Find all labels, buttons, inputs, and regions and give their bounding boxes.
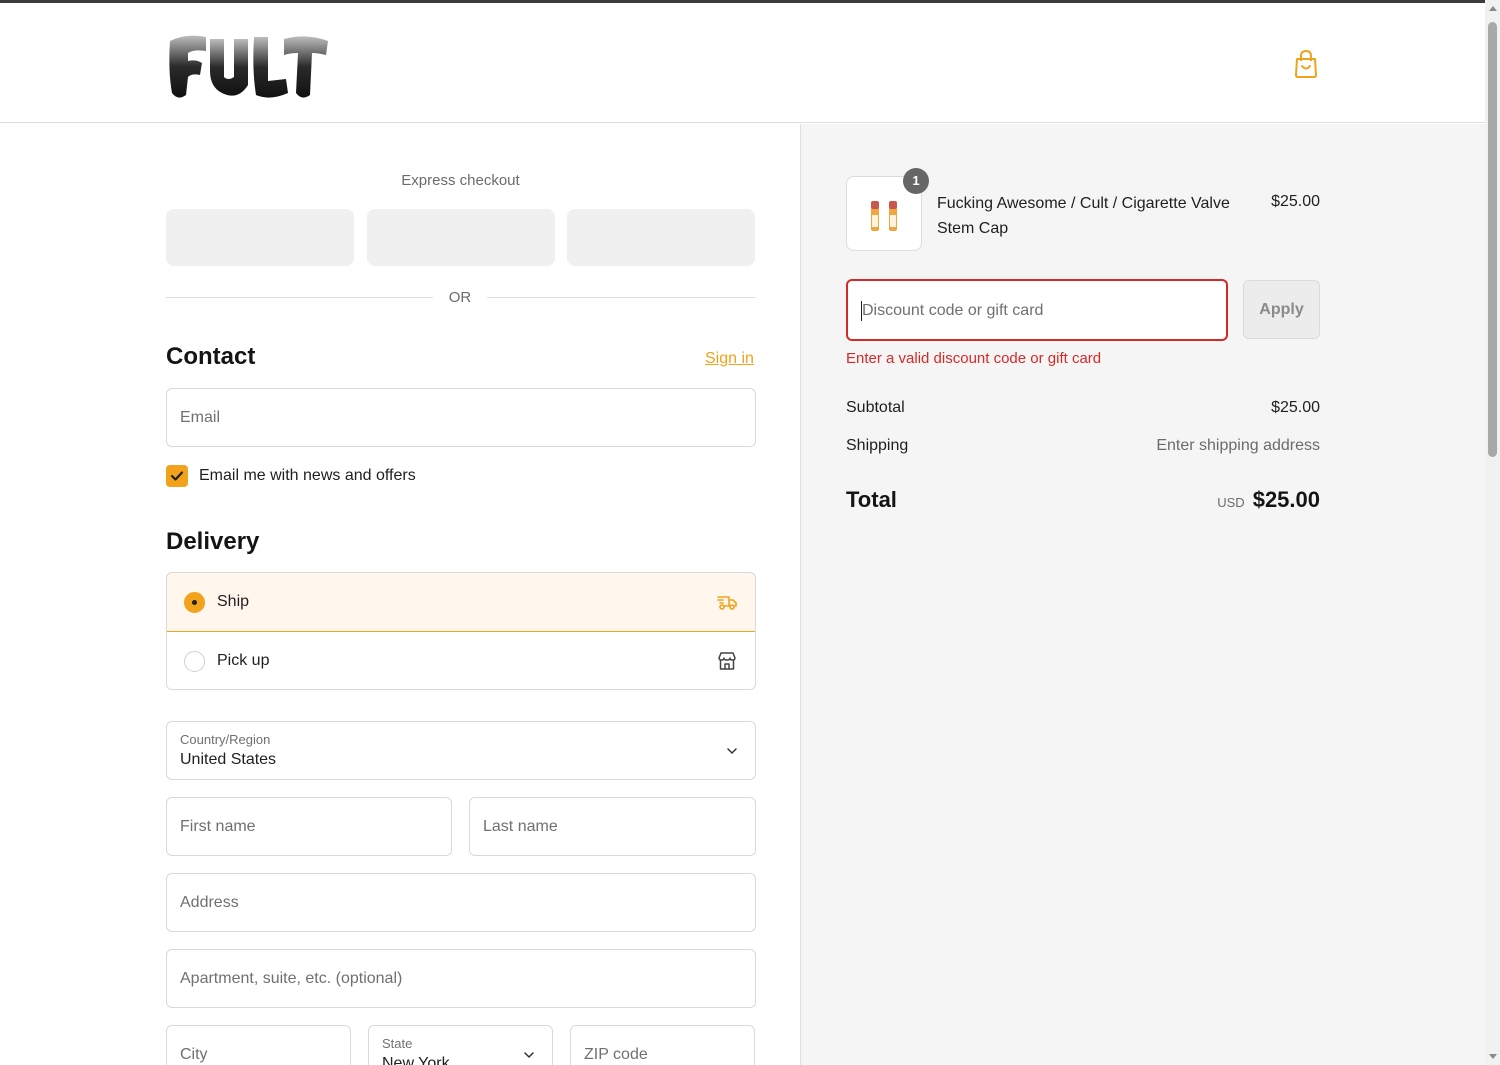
total-label: Total: [846, 487, 897, 512]
last-name-placeholder: Last name: [483, 818, 558, 835]
scroll-down-arrow-icon[interactable]: [1489, 1054, 1497, 1059]
chevron-down-icon: [524, 1052, 534, 1059]
country-value: United States: [180, 751, 277, 768]
contact-title: Contact: [166, 343, 256, 370]
ship-label: Ship: [217, 593, 250, 610]
express-pay-button-3[interactable]: [567, 209, 755, 266]
state-label: State: [382, 1036, 413, 1051]
cult-logo[interactable]: [166, 31, 330, 103]
chevron-down-icon: [727, 748, 737, 755]
apartment-field[interactable]: Apartment, suite, etc. (optional): [166, 949, 756, 1008]
subtotal-value: $25.00: [1271, 399, 1320, 416]
pickup-radio[interactable]: [184, 651, 205, 672]
express-checkout-title: Express checkout: [401, 172, 520, 189]
state-value: New York: [382, 1055, 450, 1065]
city-placeholder: City: [180, 1046, 208, 1063]
express-pay-button-2[interactable]: [367, 209, 555, 266]
first-name-placeholder: First name: [180, 818, 256, 835]
site-header: [0, 3, 1485, 123]
divider-left: [166, 297, 433, 298]
store-icon: [718, 652, 736, 670]
page-scrollbar[interactable]: [1485, 0, 1500, 1065]
total-amount: USD $25.00: [1217, 487, 1320, 513]
checkmark-icon: [170, 471, 184, 481]
delivery-title: Delivery: [166, 528, 260, 555]
zip-placeholder: ZIP code: [584, 1046, 648, 1063]
shopping-bag-icon[interactable]: [1292, 49, 1320, 79]
scroll-up-arrow-icon[interactable]: [1489, 6, 1497, 11]
truck-icon: [717, 596, 737, 610]
email-placeholder: Email: [180, 409, 221, 426]
or-divider-label: OR: [448, 289, 472, 306]
divider-right: [487, 297, 756, 298]
checkout-form-panel: Express checkout OR Contact Sign in Emai…: [0, 124, 801, 1065]
newsletter-checkbox[interactable]: [166, 465, 188, 487]
product-price: $25.00: [1271, 193, 1320, 210]
discount-placeholder: Discount code or gift card: [862, 302, 1044, 319]
address-placeholder: Address: [180, 894, 239, 911]
delivery-option-pickup[interactable]: Pick up: [167, 632, 755, 689]
shipping-value: Enter shipping address: [1156, 437, 1320, 454]
email-field[interactable]: Email: [166, 388, 756, 447]
delivery-option-ship[interactable]: Ship: [167, 573, 755, 632]
total-value: $25.00: [1252, 487, 1320, 512]
quantity-badge: 1: [903, 168, 929, 194]
first-name-field[interactable]: First name: [166, 797, 452, 856]
pickup-label: Pick up: [217, 652, 270, 669]
sign-in-link[interactable]: Sign in: [705, 350, 754, 368]
state-select[interactable]: State New York: [368, 1025, 553, 1065]
total-currency: USD: [1217, 495, 1245, 510]
country-label: Country/Region: [180, 732, 271, 747]
product-name: Fucking Awesome / Cult / Cigarette Valve…: [937, 195, 1230, 237]
apartment-placeholder: Apartment, suite, etc. (optional): [180, 970, 403, 987]
ship-radio[interactable]: [184, 592, 205, 613]
discount-code-input[interactable]: Discount code or gift card: [846, 279, 1228, 341]
newsletter-label: Email me with news and offers: [199, 467, 416, 484]
scrollbar-thumb[interactable]: [1488, 22, 1497, 457]
country-select[interactable]: Country/Region United States: [166, 721, 756, 780]
subtotal-label: Subtotal: [846, 399, 905, 416]
zip-field[interactable]: ZIP code: [570, 1025, 755, 1065]
last-name-field[interactable]: Last name: [469, 797, 756, 856]
express-pay-button-1[interactable]: [166, 209, 354, 266]
address-field[interactable]: Address: [166, 873, 756, 932]
order-summary-panel: 1 Fucking Awesome / Cult / Cigarette Val…: [801, 124, 1485, 1065]
delivery-method-group: Ship Pick up: [166, 572, 756, 690]
apply-discount-button[interactable]: Apply: [1243, 280, 1320, 339]
shipping-label: Shipping: [846, 437, 909, 454]
city-field[interactable]: City: [166, 1025, 351, 1065]
discount-error-message: Enter a valid discount code or gift card: [846, 350, 1102, 367]
